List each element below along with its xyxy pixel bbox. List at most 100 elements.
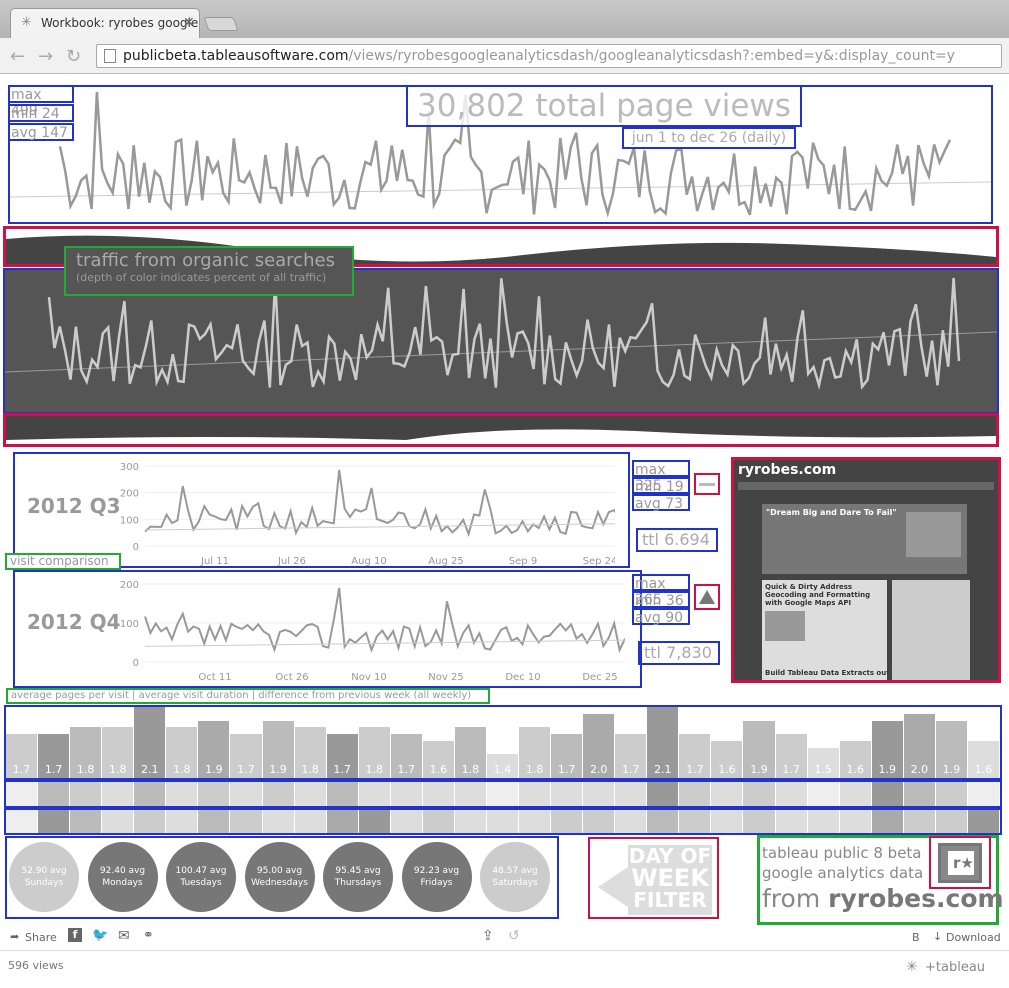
weekly-cell[interactable] [519, 782, 551, 806]
weekly-cell[interactable] [903, 782, 935, 806]
weekly-cell[interactable] [454, 810, 486, 833]
weekly-cell[interactable] [551, 782, 583, 806]
weekly-bar[interactable]: 1.8 [102, 727, 134, 778]
weekly-bar[interactable]: 1.6 [422, 740, 454, 778]
weekly-cell[interactable] [486, 810, 519, 833]
weekly-bar[interactable]: 1.9 [935, 720, 967, 778]
weekly-cell[interactable] [70, 810, 102, 833]
weekly-cell[interactable] [807, 810, 839, 833]
weekly-bar[interactable]: 1.7 [6, 734, 38, 778]
weekly-bar[interactable]: 1.7 [551, 734, 583, 778]
tableau-logo-icon[interactable]: ✳ [906, 959, 918, 975]
forward-icon[interactable]: → [38, 46, 53, 67]
weekly-bar[interactable]: 1.7 [390, 734, 422, 778]
weekly-bar[interactable]: 2.1 [134, 707, 166, 778]
weekly-cell[interactable] [839, 810, 871, 833]
weekly-cell[interactable] [871, 782, 903, 806]
weekly-cell[interactable] [967, 810, 999, 833]
browser-tab[interactable]: ✳ Workbook: ryrobes google ✕ [10, 8, 200, 38]
weekly-bar[interactable]: 1.5 [807, 747, 839, 778]
tab-close-icon[interactable]: ✕ [183, 15, 195, 31]
weekly-bar[interactable]: 1.8 [454, 727, 486, 778]
weekly-cell[interactable] [935, 810, 967, 833]
ryrobes-logo-box[interactable]: r★ [929, 836, 991, 889]
day-circle-thursdays[interactable]: 95.45 avg Thursdays [323, 842, 393, 912]
share-link[interactable]: Share [25, 931, 57, 944]
download-link[interactable]: Download [946, 931, 1001, 944]
weekly-cell[interactable] [262, 782, 294, 806]
weekly-cell[interactable] [807, 782, 839, 806]
weekly-cell[interactable] [294, 810, 326, 833]
facebook-icon[interactable]: f [68, 928, 82, 942]
weekly-cell[interactable] [70, 782, 102, 806]
weekly-cell[interactable] [358, 810, 390, 833]
weekly-cell[interactable] [102, 782, 134, 806]
weekly-cell[interactable] [134, 810, 166, 833]
export-icon[interactable]: ⇪ [482, 928, 494, 944]
weekly-cell[interactable] [166, 810, 198, 833]
weekly-cell[interactable] [294, 782, 326, 806]
weekly-cell[interactable] [6, 782, 38, 806]
weekly-cell[interactable] [647, 782, 679, 806]
weekly-cell[interactable] [519, 810, 551, 833]
weekly-bar[interactable]: 1.7 [615, 734, 647, 778]
day-of-week-filter[interactable]: DAY OF WEEK FILTER [588, 837, 719, 919]
weekly-cell[interactable] [166, 782, 198, 806]
weekly-bar[interactable]: 1.7 [38, 734, 70, 778]
weekly-bar[interactable]: 1.7 [679, 734, 711, 778]
weekly-bar[interactable]: 1.8 [519, 727, 551, 778]
weekly-cell[interactable] [486, 782, 519, 806]
weekly-cell[interactable] [38, 810, 70, 833]
weekly-cell[interactable] [134, 782, 166, 806]
weekly-cell[interactable] [326, 782, 358, 806]
weekly-cell[interactable] [583, 810, 615, 833]
day-circle-fridays[interactable]: 92.23 avg Fridays [401, 842, 472, 912]
weekly-cell[interactable] [551, 810, 583, 833]
weekly-cell[interactable] [711, 810, 743, 833]
weekly-cell[interactable] [326, 810, 358, 833]
weekly-cell[interactable] [102, 810, 134, 833]
weekly-cell[interactable] [871, 810, 903, 833]
weekly-cell[interactable] [454, 782, 486, 806]
weekly-cell[interactable] [967, 782, 999, 806]
email-icon[interactable]: ✉ [118, 928, 130, 944]
back-icon[interactable]: ← [10, 46, 25, 67]
weekly-cell[interactable] [743, 782, 775, 806]
weekly-bar[interactable]: 1.6 [967, 740, 999, 778]
weekly-cell[interactable] [615, 782, 647, 806]
weekly-cell[interactable] [422, 810, 454, 833]
day-circle-sundays[interactable]: 52.90 avg Sundays [9, 842, 79, 912]
revert-icon[interactable]: ↺ [508, 928, 520, 944]
weekly-cell[interactable] [198, 810, 230, 833]
weekly-cell[interactable] [775, 810, 807, 833]
weekly-cell[interactable] [6, 810, 38, 833]
weekly-cell[interactable] [422, 782, 454, 806]
link-icon[interactable]: ⚭ [143, 928, 154, 943]
weekly-cell[interactable] [935, 782, 967, 806]
weekly-cell[interactable] [647, 810, 679, 833]
weekly-cell[interactable] [390, 810, 422, 833]
day-circle-saturdays[interactable]: 48.57 avg Saturdays [480, 842, 550, 912]
weekly-cell[interactable] [38, 782, 70, 806]
weekly-bar[interactable]: 1.8 [70, 727, 102, 778]
weekly-cell[interactable] [390, 782, 422, 806]
weekly-bar[interactable]: 1.8 [358, 727, 390, 778]
weekly-bar[interactable]: 1.7 [230, 734, 262, 778]
weekly-bar[interactable]: 1.7 [775, 734, 807, 778]
day-circle-tuesdays[interactable]: 100.47 avg Tuesdays [166, 842, 236, 912]
day-circle-wednesdays[interactable]: 95.00 avg Wednesdays [244, 842, 315, 912]
blog-thumbnail[interactable]: ryrobes.com "Dream Big and Dare To Fail"… [731, 457, 1001, 683]
weekly-cell[interactable] [775, 782, 807, 806]
weekly-cell[interactable] [262, 810, 294, 833]
weekly-bar[interactable]: 1.4 [486, 754, 519, 778]
weekly-cell[interactable] [711, 782, 743, 806]
reload-icon[interactable]: ↻ [66, 46, 81, 67]
address-bar[interactable]: publicbeta.tableausoftware.com/views/ryr… [96, 44, 1002, 68]
weekly-bar[interactable]: 2.0 [903, 713, 935, 778]
day-circle-mondays[interactable]: 92.40 avg Mondays [87, 842, 158, 912]
weekly-cell[interactable] [230, 810, 262, 833]
weekly-cell[interactable] [583, 782, 615, 806]
weekly-bar[interactable]: 1.6 [711, 740, 743, 778]
weekly-bar[interactable]: 2.0 [583, 713, 615, 778]
weekly-bar[interactable]: 1.9 [743, 720, 775, 778]
